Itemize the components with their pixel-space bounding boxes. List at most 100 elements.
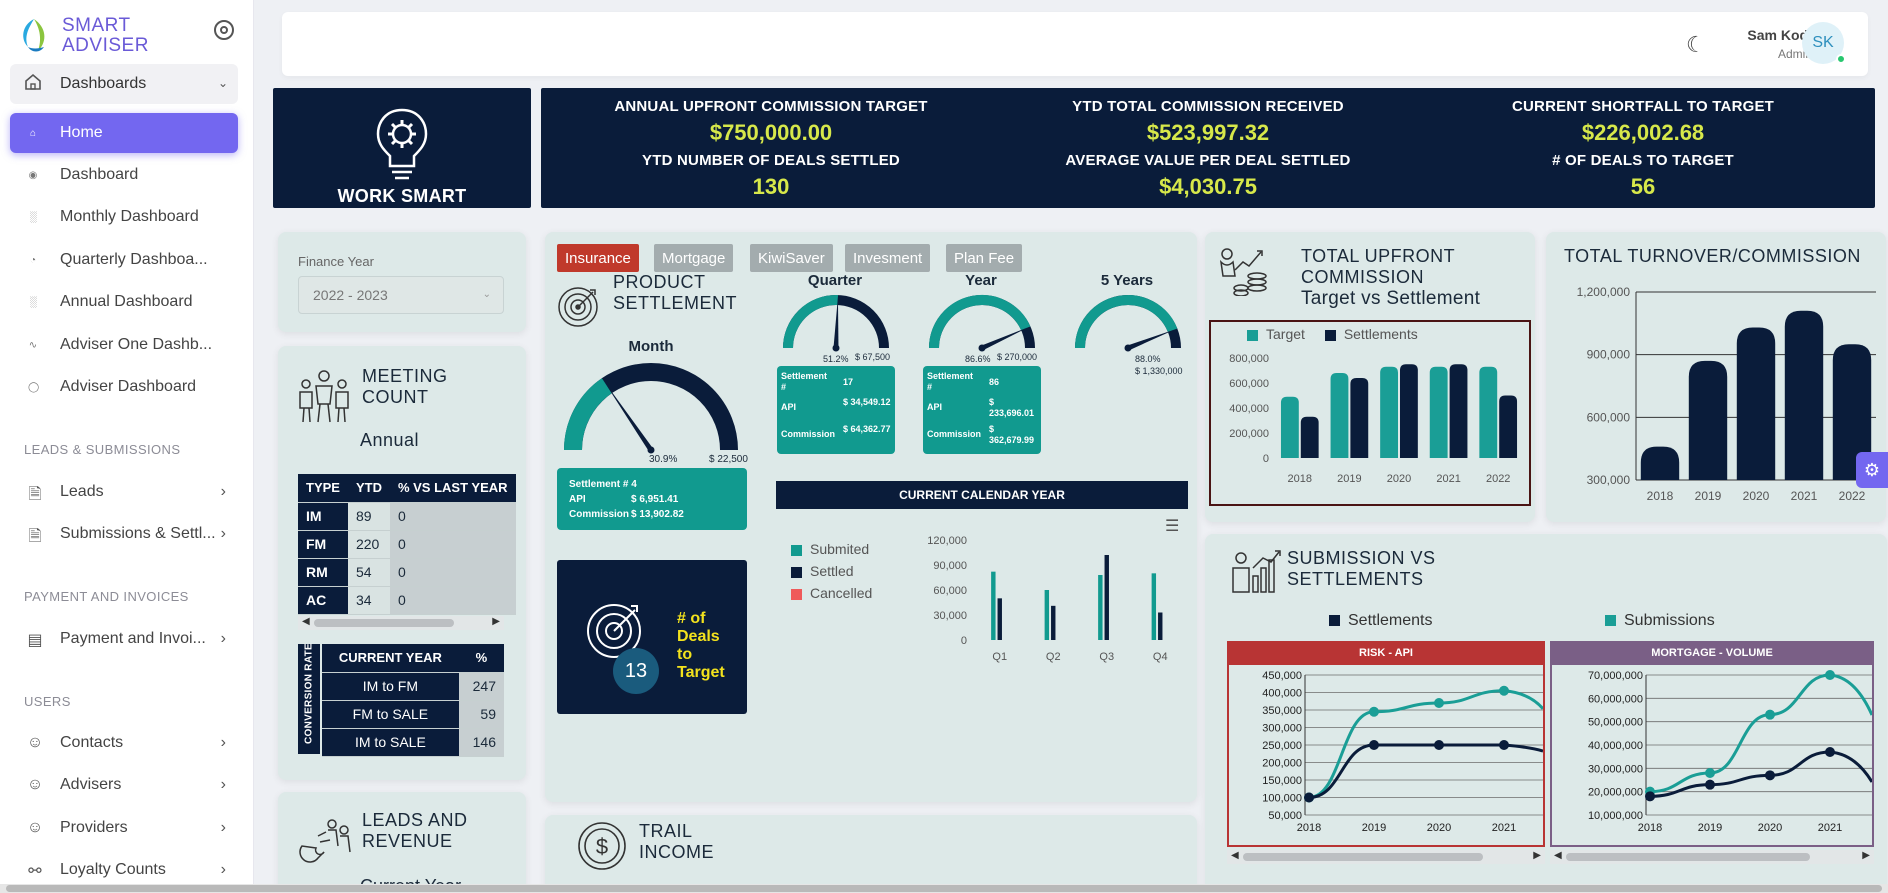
y-tick-label: 40,000,000 xyxy=(1588,740,1643,752)
shield-icon: ◯ xyxy=(28,381,40,393)
x-tick-label: 2022 xyxy=(1486,473,1510,485)
cell: IM to FM xyxy=(322,672,459,701)
subs-legend-settlements[interactable]: Settlements xyxy=(1329,612,1432,630)
y-tick-label: 30,000,000 xyxy=(1588,763,1643,775)
page-horizontal-scrollbar[interactable] xyxy=(0,884,1888,893)
legend-item-target[interactable]: Target xyxy=(1247,326,1305,342)
label-line: Deals xyxy=(677,628,720,645)
table-header-row: CURRENT YEAR % xyxy=(322,644,504,673)
x-tick-label: 2021 xyxy=(1818,822,1842,834)
legend-item-cancelled[interactable]: Cancelled xyxy=(791,582,872,604)
scrollbar-thumb[interactable] xyxy=(1566,853,1810,861)
chevron-down-icon: ⌄ xyxy=(482,289,491,300)
sidebar-item-annual[interactable]: ░ Annual Dashboard xyxy=(10,282,238,322)
sidebar-item-submissions[interactable]: 🗎 Submissions & Settl... › xyxy=(10,514,238,554)
risk-api-line-chart: 450,000 400,000 350,000 300,000 250,000 200,0… xyxy=(1262,670,1543,834)
gauge-fill xyxy=(929,295,1031,349)
trail-income-card: $ TRAIL INCOME xyxy=(545,815,1197,893)
tab-mortgage[interactable]: Mortgage xyxy=(654,244,734,272)
sidebar-item-payment[interactable]: ▤ Payment and Invoi... › xyxy=(10,619,238,659)
nav-group-dashboards[interactable]: Dashboards ⌄ xyxy=(10,64,238,104)
tab-invesment[interactable]: Invesment xyxy=(845,244,931,272)
deals-to-target-label: # of Deals to Target xyxy=(677,610,725,682)
finance-year-card: Finance Year 2022 - 2023 ⌄ xyxy=(278,232,526,332)
scroll-right-arrow-icon[interactable]: ▶ xyxy=(1533,850,1541,861)
quarter-gauge xyxy=(783,295,889,352)
data-point xyxy=(1645,791,1655,802)
sidebar-item-providers[interactable]: ☺ Providers › xyxy=(10,808,238,848)
sidebar-item-advisers[interactable]: ☺ Advisers › xyxy=(10,765,238,805)
y-tick-label: 20,000,000 xyxy=(1588,787,1643,799)
sidebar-item-adviser[interactable]: ◯ Adviser Dashboard xyxy=(10,367,238,407)
leaf-logo-icon xyxy=(23,19,45,52)
sidebar-item-dashboard[interactable]: ◉ Dashboard xyxy=(10,155,238,195)
sidebar-item-adviser-one[interactable]: ∿ Adviser One Dashb... xyxy=(10,325,238,365)
finance-year-select[interactable]: 2022 - 2023 ⌄ xyxy=(298,276,504,314)
mortgage-volume-chart-frame: 70,000,000 60,000,000 50,000,000 40,000,000… xyxy=(1550,665,1874,847)
chevron-right-icon: › xyxy=(220,861,226,878)
y-tick-label: 300,000 xyxy=(1587,473,1631,487)
label-line: to xyxy=(677,646,693,663)
sidebar-item-label: Leads xyxy=(60,483,104,500)
sidebar-item-leads[interactable]: 🗎 Leads › xyxy=(10,472,238,512)
mortgage-chart-scrollbar[interactable]: ◀ ▶ xyxy=(1550,850,1874,864)
kpi-label: # OF DEALS TO TARGET xyxy=(1552,152,1734,169)
legend-label: Target xyxy=(1266,326,1305,342)
kpi-average-value: AVERAGE VALUE PER DEAL SETTLED $4,030.75 xyxy=(998,152,1418,200)
scroll-left-arrow-icon[interactable]: ◀ xyxy=(1231,850,1239,861)
x-tick-label: 2018 xyxy=(1638,822,1662,834)
mortgage-volume-chart-title: MORTGAGE - VOLUME xyxy=(1550,641,1874,665)
scroll-right-arrow-icon[interactable]: ▶ xyxy=(1862,850,1870,861)
sidebar-item-contacts[interactable]: ☺ Contacts › xyxy=(10,723,238,763)
kpi-deals-to-target: # OF DEALS TO TARGET 56 xyxy=(1433,152,1853,200)
settings-gear-icon[interactable]: ⚙ xyxy=(1856,452,1888,488)
table-row: IM to FM 247 xyxy=(322,672,504,701)
sidebar-item-monthly[interactable]: ░ Monthly Dashboard xyxy=(10,197,238,237)
x-tick-label: 2018 xyxy=(1297,822,1321,834)
sidebar-item-home[interactable]: ⌂ Home xyxy=(10,113,238,153)
scroll-right-arrow-icon[interactable]: ▶ xyxy=(492,616,500,627)
data-point xyxy=(1765,770,1775,781)
tab-plan-fee[interactable]: Plan Fee xyxy=(946,244,1023,272)
sidebar-item-label: Advisers xyxy=(60,776,122,793)
risk-api-chart-title: RISK - API xyxy=(1227,641,1545,665)
scrollbar-thumb[interactable] xyxy=(314,619,454,627)
data-point xyxy=(1705,768,1715,778)
scroll-left-arrow-icon[interactable]: ◀ xyxy=(302,616,310,627)
legend-swatch xyxy=(1329,615,1340,627)
tab-kiwisaver[interactable]: KiwiSaver xyxy=(750,244,833,272)
gauge-needle-hub xyxy=(978,344,986,352)
scrollbar-thumb[interactable] xyxy=(6,885,1882,892)
label-line: # of xyxy=(677,610,706,627)
table-row: FM 220 0 xyxy=(298,530,516,559)
legend-item-settlements[interactable]: Settlements xyxy=(1324,326,1418,342)
kpi-value: $750,000.00 xyxy=(709,120,833,145)
table-horizontal-scrollbar[interactable]: ◀ ▶ xyxy=(298,616,504,630)
y-tick-label: 400,000 xyxy=(1229,403,1269,415)
scrollbar-thumb[interactable] xyxy=(1243,853,1483,861)
bar xyxy=(1736,327,1776,480)
people-meeting-icon xyxy=(299,370,349,423)
title-line: SETTLEMENT xyxy=(613,293,738,313)
moon-icon[interactable]: ☾ xyxy=(1686,32,1706,58)
sidebar-collapse-icon[interactable] xyxy=(214,20,234,40)
legend-item-submited[interactable]: Submited xyxy=(791,538,872,560)
chevron-right-icon: › xyxy=(220,630,226,647)
cell: RM xyxy=(298,558,348,587)
sidebar-item-label: Monthly Dashboard xyxy=(60,208,199,225)
gauge-needle xyxy=(603,379,654,452)
sidebar-item-quarterly[interactable]: ◔ Quarterly Dashboa... xyxy=(10,240,238,280)
x-tick-label: 2019 xyxy=(1362,822,1386,834)
legend-item-settled[interactable]: Settled xyxy=(791,560,872,582)
scroll-left-arrow-icon[interactable]: ◀ xyxy=(1554,850,1562,861)
subs-legend-submissions[interactable]: Submissions xyxy=(1605,612,1715,630)
tab-insurance[interactable]: Insurance xyxy=(557,244,639,272)
legend-swatch xyxy=(1247,329,1258,341)
five-year-gauge-percent: 88.0% xyxy=(1135,354,1161,364)
target-icon xyxy=(558,287,598,327)
user-icon: ☺ xyxy=(26,734,44,751)
pie-chart-icon: ◔ xyxy=(29,254,37,266)
risk-chart-scrollbar[interactable]: ◀ ▶ xyxy=(1227,850,1545,864)
cell: IM xyxy=(298,502,348,531)
brand-logo[interactable]: SMART ADVISER xyxy=(18,16,149,56)
